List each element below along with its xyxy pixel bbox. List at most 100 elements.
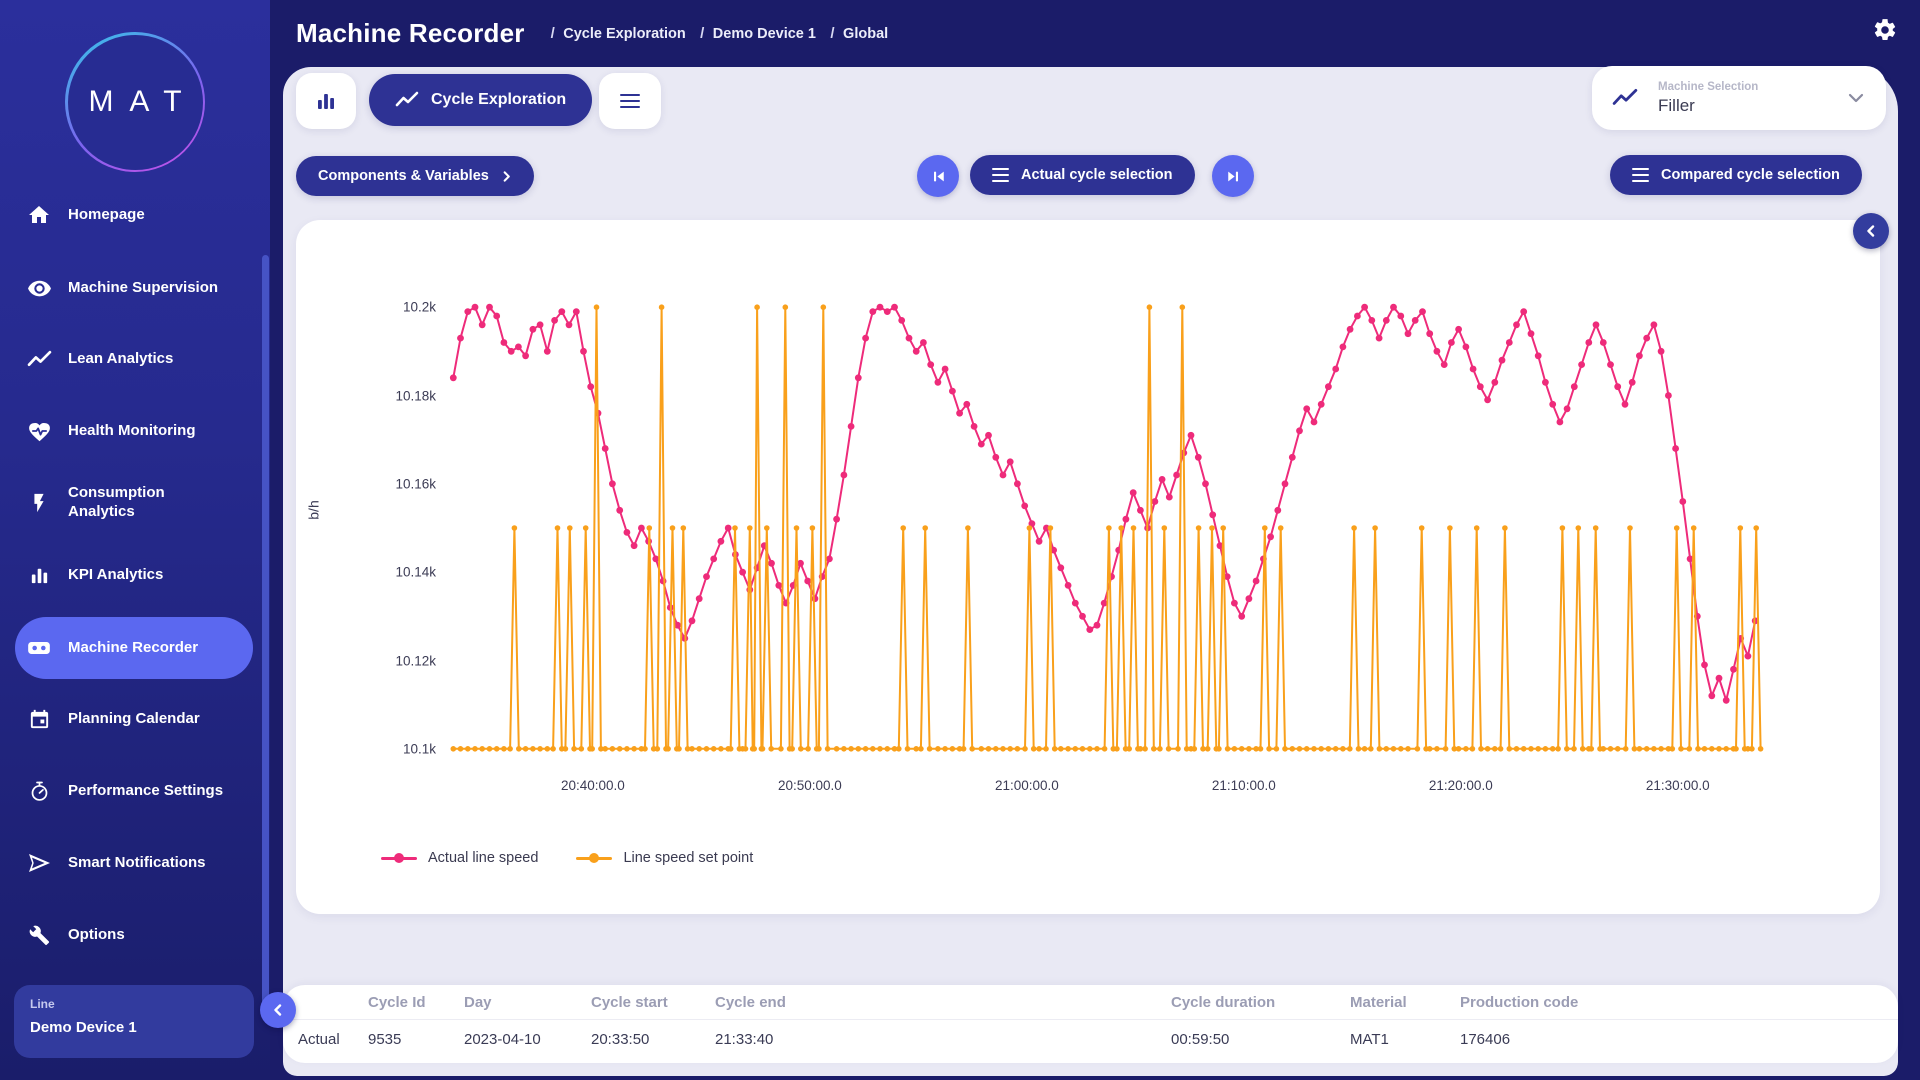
breadcrumb-separator: /: [700, 25, 704, 42]
sidebar-item-lean-analytics[interactable]: Lean Analytics: [26, 335, 246, 383]
y-tick-label: 10.12k: [395, 653, 436, 668]
cell-cycle-duration: 00:59:50: [1171, 1031, 1350, 1048]
y-axis-ticks: 10.1k 10.12k 10.14k 10.16k 10.18k 10.2k: [336, 263, 436, 793]
chevron-left-icon: [1865, 225, 1877, 237]
breadcrumb-item[interactable]: Global: [843, 26, 888, 42]
x-tick-label: 21:00:00.0: [995, 778, 1059, 793]
chevron-left-icon: [272, 1004, 284, 1016]
chevron-down-icon: [1846, 88, 1866, 108]
cell-cycle-id: 9535: [368, 1031, 464, 1048]
sidebar-item-label: Machine Recorder: [68, 639, 228, 658]
next-cycle-button[interactable]: [1212, 155, 1254, 197]
y-tick-label: 10.2k: [403, 300, 436, 315]
table-header: Cycle Id: [368, 994, 464, 1011]
sidebar-item-label: KPI Analytics: [68, 566, 228, 585]
sidebar-collapse-button[interactable]: [260, 992, 296, 1028]
breadcrumb-item[interactable]: Demo Device 1: [713, 26, 816, 42]
cycle-chart-card: 10.1k 10.12k 10.14k 10.16k 10.18k 10.2k b/h 2…: [296, 220, 1880, 914]
y-axis-label: b/h: [306, 500, 322, 519]
legend-label: Actual line speed: [428, 850, 538, 866]
row-label: Actual: [298, 1031, 368, 1048]
table-row: Actual 9535 2023-04-10 20:33:50 21:33:40…: [283, 1019, 1898, 1059]
line-selector-value: Demo Device 1: [30, 1019, 238, 1036]
sidebar-item-planning-calendar[interactable]: Planning Calendar: [26, 695, 246, 743]
table-header: Cycle end: [715, 994, 1171, 1011]
y-tick-label: 10.16k: [395, 476, 436, 491]
machine-selection-value: Filler: [1658, 96, 1758, 116]
sidebar-item-label: Machine Supervision: [68, 279, 228, 298]
settings-gear-icon[interactable]: [1872, 17, 1898, 43]
wrench-icon: [26, 922, 52, 948]
table-header: Cycle duration: [1171, 994, 1350, 1011]
trend-line-icon: [395, 88, 419, 112]
button-label: Actual cycle selection: [1021, 167, 1173, 183]
machine-selection-dropdown[interactable]: Machine Selection Filler: [1592, 66, 1886, 130]
x-tick-label: 21:10:00.0: [1212, 778, 1276, 793]
sidebar-item-performance-settings[interactable]: Performance Settings: [26, 767, 246, 815]
bar-chart-icon: [314, 89, 338, 113]
bolt-icon: [26, 490, 52, 516]
previous-cycle-button[interactable]: [917, 155, 959, 197]
sidebar-item-label: Lean Analytics: [68, 350, 228, 369]
app-header: Machine Recorder / Cycle Exploration / D…: [270, 0, 1920, 67]
home-icon: [26, 202, 52, 228]
machine-selection-label: Machine Selection: [1658, 81, 1758, 93]
x-axis-ticks: 20:40:00.0 20:50:00.0 21:00:00.0 21:10:00.0…: [445, 778, 1800, 800]
breadcrumb-item[interactable]: Cycle Exploration: [563, 26, 685, 42]
send-arrow-icon: [26, 850, 52, 876]
sidebar-item-label: Planning Calendar: [68, 710, 228, 729]
eye-icon: [26, 275, 52, 301]
sidebar-item-health-monitoring[interactable]: Health Monitoring: [26, 407, 246, 455]
components-variables-button[interactable]: Components & Variables: [296, 156, 534, 196]
button-label: Compared cycle selection: [1661, 167, 1840, 183]
bar-chart-icon: [26, 562, 52, 588]
compared-cycle-selection-button[interactable]: Compared cycle selection: [1610, 155, 1862, 195]
cycle-info-table: Cycle Id Day Cycle start Cycle end Cycle…: [283, 985, 1898, 1063]
x-tick-label: 20:40:00.0: [561, 778, 625, 793]
cell-material: MAT1: [1350, 1031, 1460, 1048]
sidebar-item-options[interactable]: Options: [26, 911, 246, 959]
sidebar-item-machine-recorder[interactable]: Machine Recorder: [26, 624, 246, 672]
sidebar-item-machine-supervision[interactable]: Machine Supervision: [26, 264, 246, 312]
more-options-button[interactable]: [599, 73, 661, 129]
sidebar-item-label: Health Monitoring: [68, 422, 228, 441]
trend-line-icon: [26, 346, 52, 372]
chart-panel-collapse-button[interactable]: [1853, 213, 1889, 249]
table-header: Cycle start: [591, 994, 715, 1011]
legend-item-actual-line-speed[interactable]: Actual line speed: [381, 850, 538, 866]
y-tick-label: 10.18k: [395, 388, 436, 403]
sidebar-item-kpi-analytics[interactable]: KPI Analytics: [26, 551, 246, 599]
table-header: Day: [464, 994, 591, 1011]
sidebar-item-label: Smart Notifications: [68, 854, 228, 873]
legend-marker: [381, 857, 417, 860]
sidebar-item-homepage[interactable]: Homepage: [26, 191, 246, 239]
skip-next-icon: [1226, 169, 1241, 184]
actual-cycle-selection-button[interactable]: Actual cycle selection: [970, 155, 1195, 195]
line-chart-plot: [445, 263, 1800, 793]
line-selector-card[interactable]: Line Demo Device 1: [14, 985, 254, 1058]
app-logo: MAT: [65, 32, 205, 172]
legend-label: Line speed set point: [623, 850, 753, 866]
chart-legend: Actual line speed Line speed set point: [381, 850, 753, 866]
table-header-row: Cycle Id Day Cycle start Cycle end Cycle…: [283, 985, 1898, 1019]
y-tick-label: 10.1k: [403, 741, 436, 756]
app-logo-text: MAT: [68, 35, 203, 170]
menu-icon: [992, 168, 1009, 183]
sidebar-item-label: Consumption Analytics: [68, 484, 228, 522]
sidebar-item-smart-notifications[interactable]: Smart Notifications: [26, 839, 246, 887]
x-tick-label: 20:50:00.0: [778, 778, 842, 793]
y-tick-label: 10.14k: [395, 565, 436, 580]
x-tick-label: 21:20:00.0: [1429, 778, 1493, 793]
cell-cycle-start: 20:33:50: [591, 1031, 715, 1048]
tab-label: Cycle Exploration: [431, 91, 566, 109]
sidebar-item-label: Options: [68, 926, 228, 945]
button-label: Components & Variables: [318, 168, 489, 184]
tab-cycle-exploration[interactable]: Cycle Exploration: [369, 74, 592, 126]
skip-previous-icon: [931, 169, 946, 184]
legend-item-line-speed-set-point[interactable]: Line speed set point: [576, 850, 753, 866]
breadcrumb-separator: /: [551, 25, 555, 42]
page-title: Machine Recorder: [296, 18, 525, 49]
chart-view-button[interactable]: [296, 73, 356, 129]
sidebar-scrollbar[interactable]: [262, 255, 269, 1005]
sidebar-item-consumption-analytics[interactable]: Consumption Analytics: [26, 479, 246, 527]
